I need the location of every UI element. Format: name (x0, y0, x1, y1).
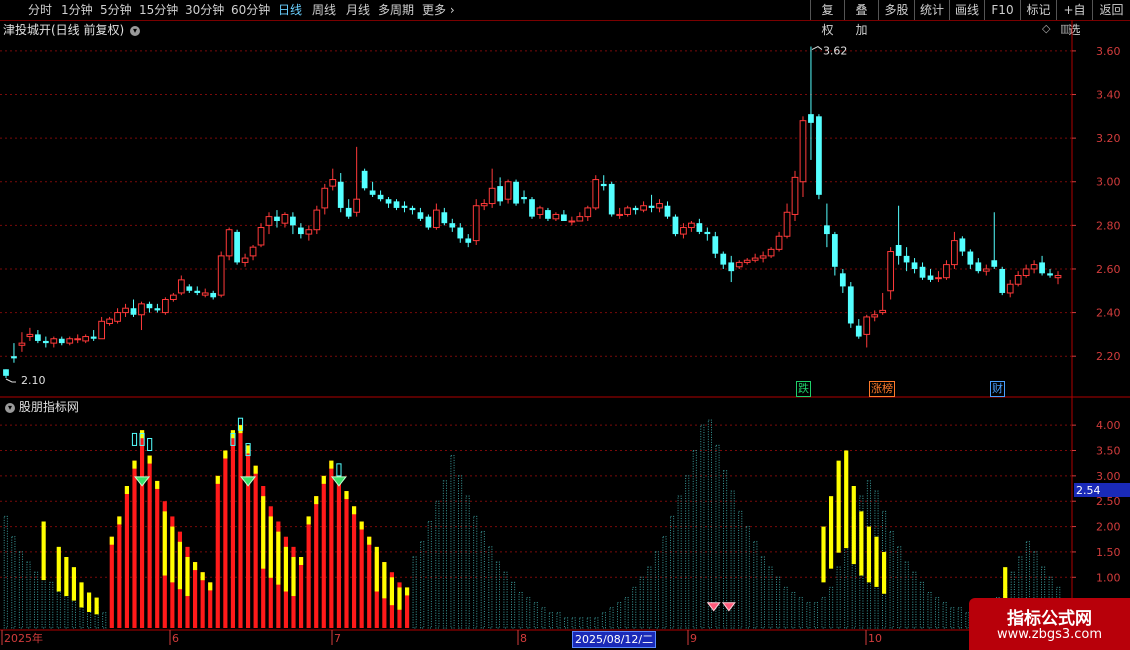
month-label: 6 (172, 632, 179, 645)
indicator-axis-label: 2.00 (1096, 521, 1121, 534)
month-label: 8 (520, 632, 527, 645)
price-axis-label: 3.60 (1096, 45, 1121, 58)
indicator-axis-label: 3.50 (1096, 445, 1121, 458)
indicator-axis-label: 2.50 (1096, 495, 1121, 508)
month-label: 2025年 (4, 631, 43, 645)
current-value-label: 2.54 (1076, 484, 1101, 497)
price-axis-label: 3.00 (1096, 176, 1121, 189)
indicator-axis-label: 1.50 (1096, 546, 1121, 559)
date-highlight: 2025/08/12/二 (572, 631, 657, 648)
indicator-axis-label: 3.00 (1096, 470, 1121, 483)
month-label: 9 (690, 632, 697, 645)
month-label: 10 (868, 632, 882, 645)
axis-layer: 2.20 2.40 2.60 2.80 3.00 3.20 3.40 3.60 1.00 1.50… (1, 45, 1130, 645)
price-axis-label: 2.60 (1096, 263, 1121, 276)
watermark-logo: 指标公式网 www.zbgs3.com (969, 598, 1130, 650)
month-label: 7 (334, 632, 341, 645)
price-axis-label: 2.20 (1096, 350, 1121, 363)
price-axis-label: 2.80 (1096, 219, 1121, 232)
indicator-axis-label: 1.00 (1096, 571, 1121, 584)
price-axis-label: 3.20 (1096, 132, 1121, 145)
indicator-axis-label: 4.00 (1096, 419, 1121, 432)
price-axis-label: 3.40 (1096, 89, 1121, 102)
price-axis-label: 2.40 (1096, 307, 1121, 320)
